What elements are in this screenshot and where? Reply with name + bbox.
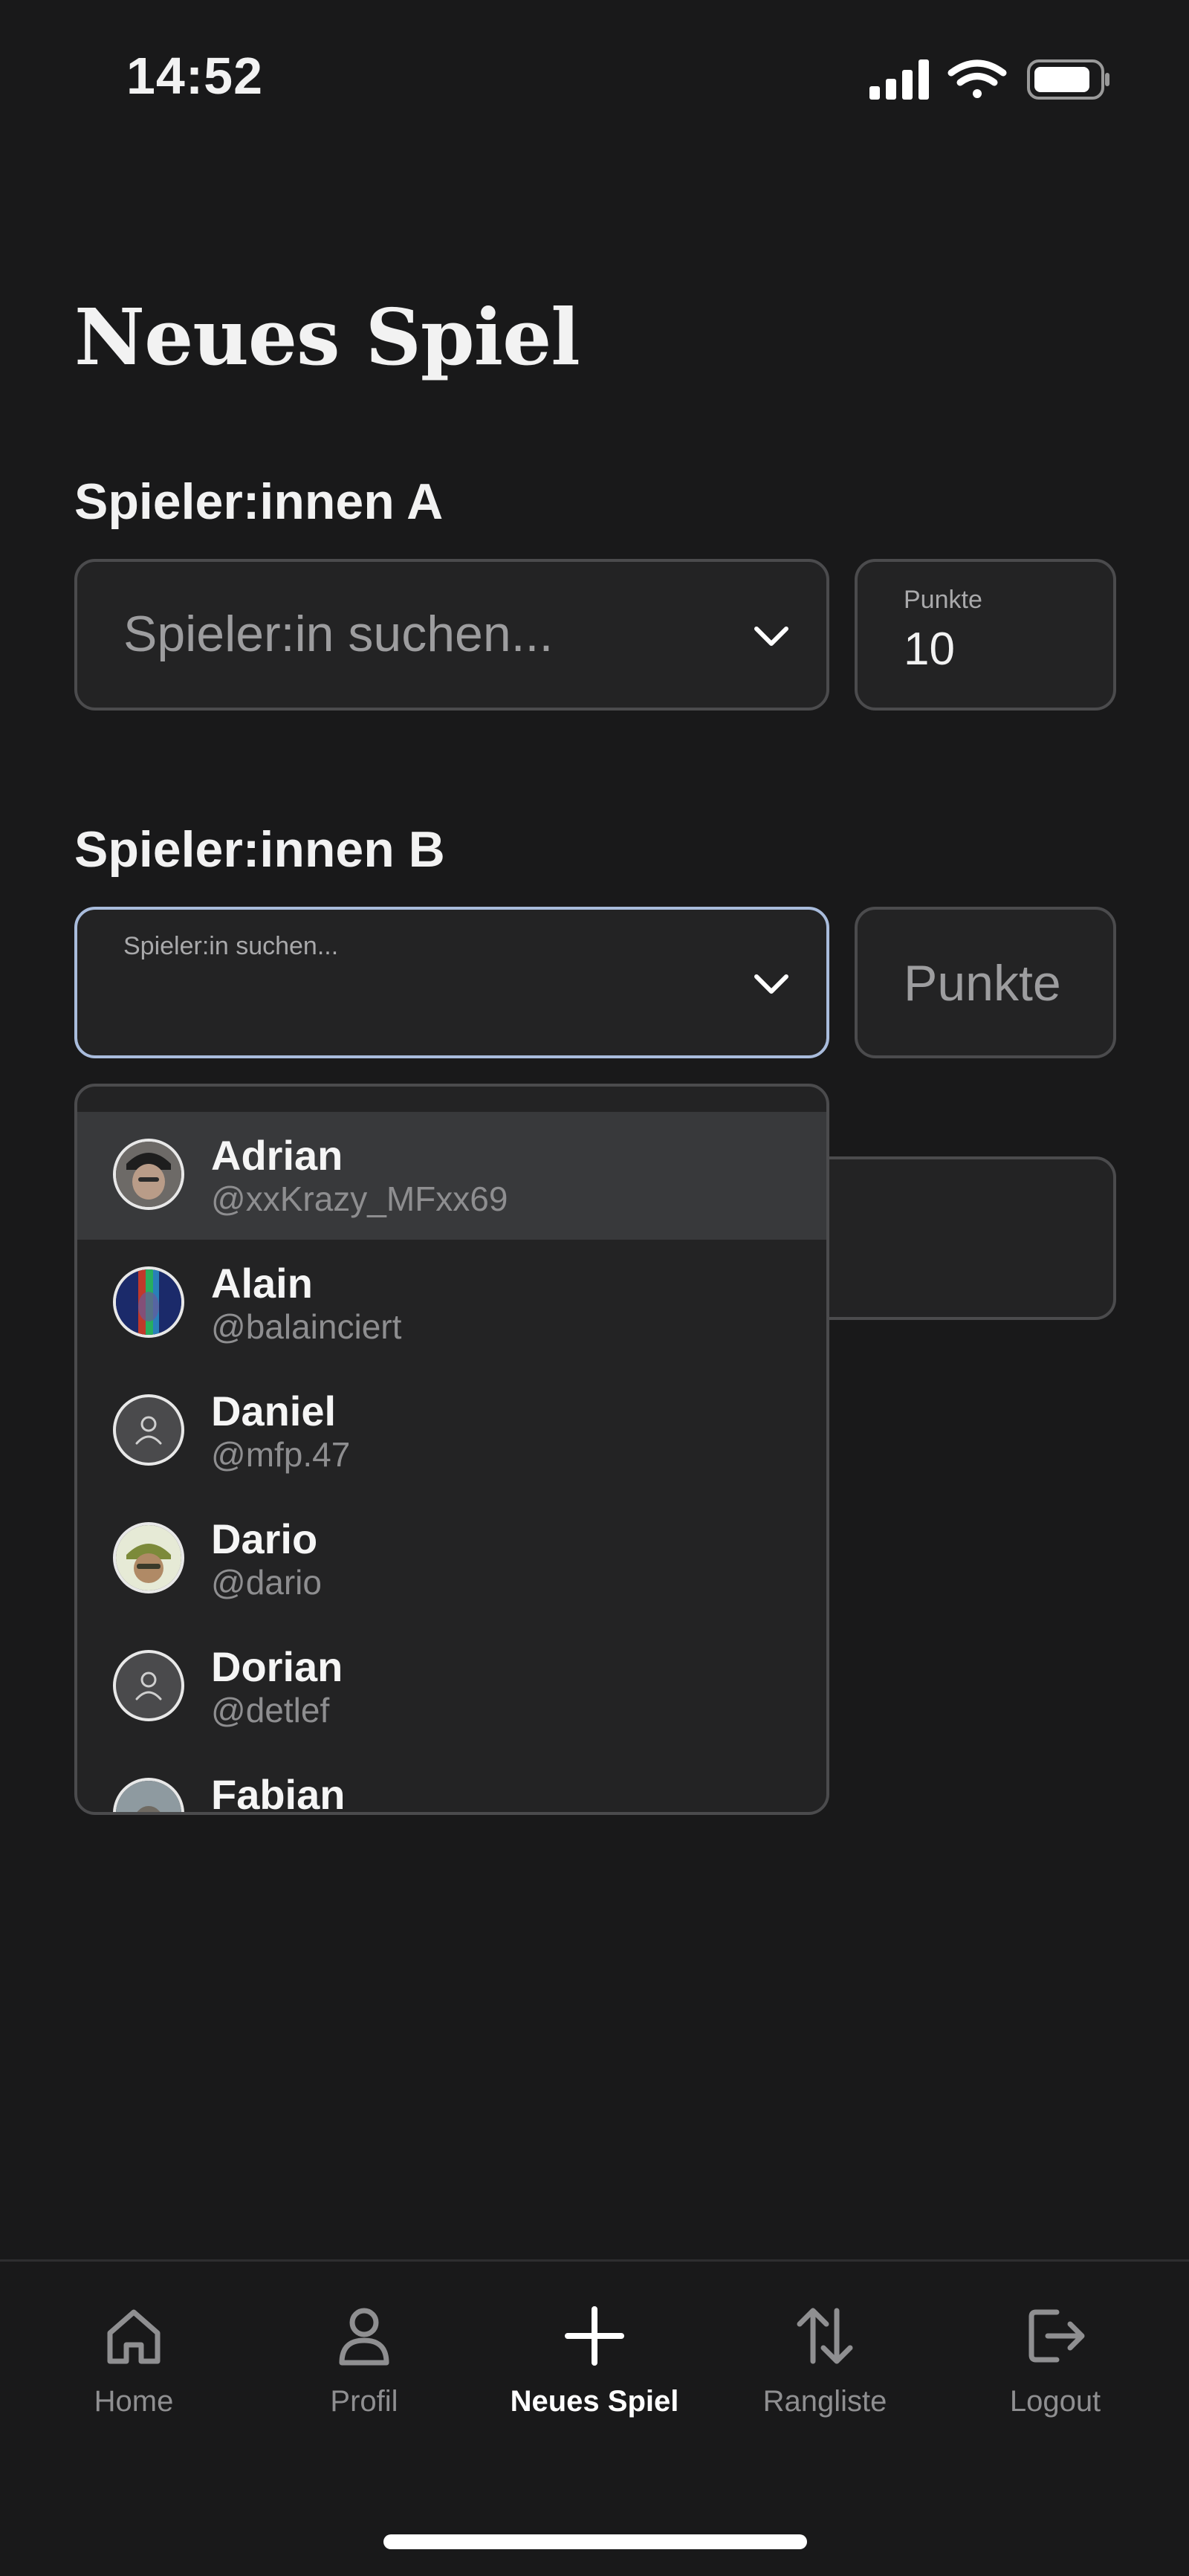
player-handle: @xxKrazy_MFxx69 (211, 1179, 508, 1218)
tab-profil-label: Profil (330, 2385, 398, 2418)
team-a-player-search[interactable]: Spieler:in suchen... (74, 559, 829, 711)
team-a-points-field[interactable]: Punkte 10 (855, 559, 1116, 711)
sort-arrows-icon (797, 2308, 853, 2364)
default-user-icon (113, 1650, 184, 1721)
player-option-alain[interactable]: Alain @balainciert (77, 1240, 826, 1368)
tab-rangliste-label: Rangliste (762, 2385, 887, 2418)
player-option-dario[interactable]: Dario @dario (77, 1495, 826, 1623)
player-name: Fabian (211, 1771, 346, 1815)
player-handle: @mfp.47 (211, 1435, 351, 1474)
home-indicator (383, 2534, 807, 2549)
team-a-search-placeholder: Spieler:in suchen... (123, 606, 554, 662)
team-a-label: Spieler:innen A (74, 473, 444, 530)
logout-icon (1028, 2309, 1085, 2363)
player-handle: @dario (211, 1563, 322, 1602)
team-a-points-value: 10 (904, 624, 955, 675)
wifi-icon (947, 59, 1007, 98)
team-b-points-field[interactable]: Punkte (855, 907, 1116, 1058)
team-b-points-placeholder: Punkte (904, 955, 1061, 1012)
avatar (113, 1139, 184, 1210)
tab-profil[interactable]: Profil (249, 2299, 479, 2462)
player-option-fabian[interactable]: Fabian (77, 1751, 826, 1815)
tab-neues-spiel[interactable]: Neues Spiel (479, 2299, 710, 2462)
page-title: Neues Spiel (74, 291, 580, 383)
avatar (113, 1778, 184, 1812)
team-a-points-label: Punkte (904, 586, 982, 614)
cellular-signal-icon (869, 59, 929, 100)
player-name: Alain (211, 1260, 313, 1307)
tab-home[interactable]: Home (19, 2299, 249, 2462)
player-name: Daniel (211, 1388, 337, 1434)
plus-icon (565, 2306, 624, 2366)
avatar (113, 1522, 184, 1593)
tab-logout-label: Logout (1009, 2385, 1101, 2418)
player-handle: @detlef (211, 1691, 330, 1729)
battery-icon (1027, 59, 1109, 100)
chevron-down-icon (754, 974, 788, 994)
team-b-label: Spieler:innen B (74, 821, 445, 878)
tab-bar: Home Profil Neues Spiel Rangliste Logout (0, 2259, 1189, 2576)
player-handle: @balainciert (211, 1307, 402, 1346)
status-time: 14:52 (126, 47, 264, 105)
tab-home-label: Home (94, 2385, 174, 2418)
player-name: Dorian (211, 1643, 343, 1690)
chevron-down-icon (754, 627, 788, 646)
team-b-player-search[interactable]: Spieler:in suchen... (74, 907, 829, 1058)
status-icons (869, 59, 1109, 100)
player-option-dorian[interactable]: Dorian @detlef (77, 1623, 826, 1751)
player-option-adrian[interactable]: Adrian @xxKrazy_MFxx69 (77, 1112, 826, 1240)
user-icon (339, 2308, 389, 2366)
player-name: Dario (211, 1515, 318, 1562)
player-option-daniel[interactable]: Daniel @mfp.47 (77, 1368, 826, 1495)
default-user-icon (113, 1394, 184, 1466)
player-dropdown-list[interactable]: Adrian @xxKrazy_MFxx69 Alain @balaincier… (74, 1084, 829, 1815)
tab-rangliste[interactable]: Rangliste (710, 2299, 940, 2462)
team-b-search-floating-label: Spieler:in suchen... (123, 932, 339, 960)
avatar (113, 1266, 184, 1338)
tab-logout[interactable]: Logout (940, 2299, 1170, 2462)
player-name: Adrian (211, 1132, 343, 1179)
tab-neues-spiel-label: Neues Spiel (510, 2385, 679, 2418)
home-icon (107, 2309, 161, 2364)
